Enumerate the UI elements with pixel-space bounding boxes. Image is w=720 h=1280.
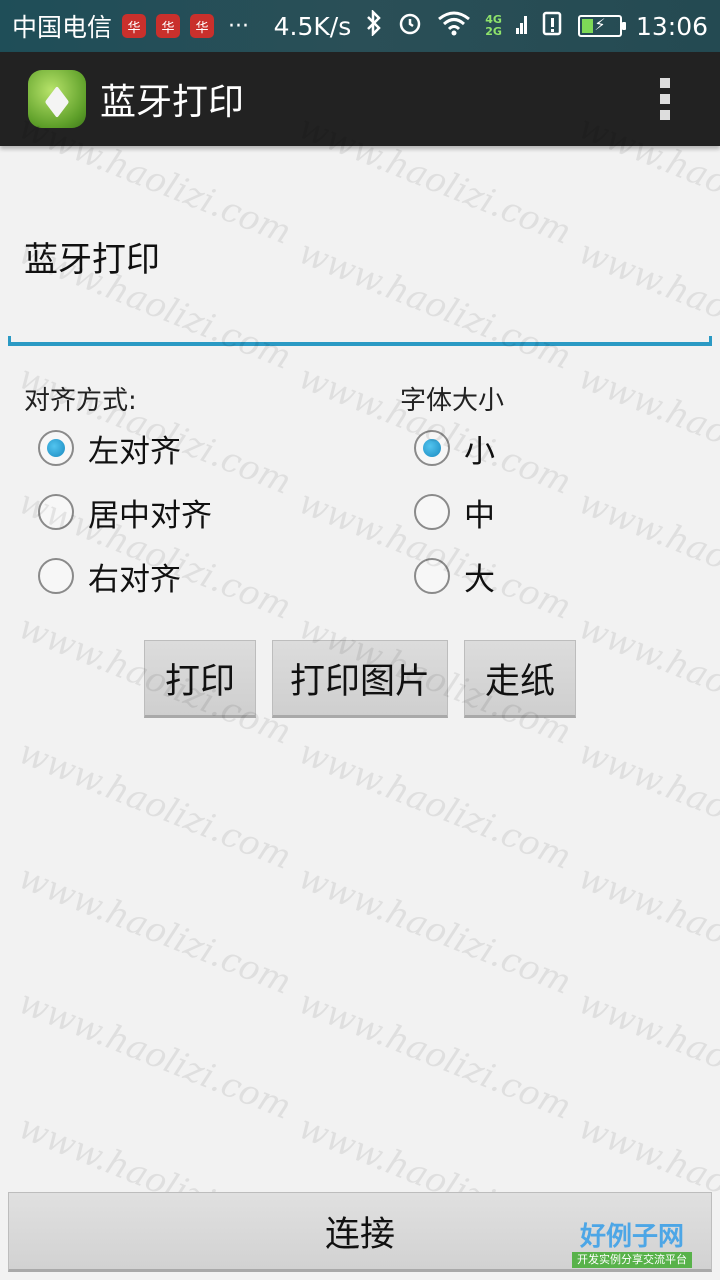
net-2g-label: 2G bbox=[485, 25, 502, 38]
bluetooth-icon bbox=[365, 8, 383, 42]
huawei-notification-icon: 华 bbox=[156, 14, 181, 38]
charging-icon: ⚡ bbox=[594, 15, 606, 34]
sim-warning-icon bbox=[542, 10, 564, 42]
radio-button[interactable] bbox=[414, 558, 450, 594]
battery-icon: ⚡ bbox=[577, 15, 626, 37]
site-logo: 好例子网 开发实例分享交流平台 bbox=[572, 1222, 692, 1272]
huawei-notification-icon: 华 bbox=[122, 14, 147, 38]
radio-button[interactable] bbox=[414, 494, 450, 530]
android-app-icon[interactable] bbox=[28, 70, 86, 128]
watermark-tile: www.haolizi.com bbox=[573, 857, 720, 1003]
signal-icon bbox=[515, 10, 528, 42]
radio-button[interactable] bbox=[38, 558, 74, 594]
network-speed: 4.5K/s bbox=[273, 11, 352, 41]
more-notifications-icon: ··· bbox=[228, 13, 249, 39]
print-text-value: 蓝牙打印 bbox=[24, 240, 160, 280]
radio-size-small[interactable]: 小 bbox=[414, 418, 495, 478]
network-type-badge: 4G 2G bbox=[485, 14, 502, 38]
radio-align-center[interactable]: 居中对齐 bbox=[38, 482, 212, 542]
print-button[interactable]: 打印 bbox=[144, 640, 256, 718]
radio-label: 小 bbox=[464, 433, 495, 470]
input-underline bbox=[8, 336, 712, 346]
watermark-tile: www.haolizi.com bbox=[573, 357, 720, 503]
radio-label: 右对齐 bbox=[88, 561, 181, 598]
watermark-tile: www.haolizi.com bbox=[293, 982, 577, 1128]
huawei-notification-icon: 华 bbox=[190, 14, 215, 38]
size-group-label: 字体大小 bbox=[400, 386, 505, 416]
align-group-label: 对齐方式: bbox=[24, 386, 137, 416]
radio-label: 大 bbox=[464, 561, 495, 598]
radio-label: 中 bbox=[464, 497, 495, 534]
watermark-tile: www.haolizi.com bbox=[13, 982, 297, 1128]
print-text-input[interactable]: 蓝牙打印 bbox=[8, 196, 712, 346]
radio-size-medium[interactable]: 中 bbox=[414, 482, 495, 542]
wifi-icon bbox=[437, 10, 471, 42]
watermark-tile: www.haolizi.com bbox=[573, 732, 720, 878]
watermark-tile: www.haolizi.com bbox=[573, 982, 720, 1128]
watermark-tile: www.haolizi.com bbox=[573, 482, 720, 628]
radio-button-checked[interactable] bbox=[414, 430, 450, 466]
paper-feed-button[interactable]: 走纸 bbox=[464, 640, 576, 718]
alarm-icon bbox=[397, 10, 423, 42]
radio-button[interactable] bbox=[38, 494, 74, 530]
overflow-menu-icon[interactable] bbox=[660, 78, 670, 120]
radio-label: 居中对齐 bbox=[88, 497, 212, 534]
app-title: 蓝牙打印 bbox=[100, 82, 245, 123]
action-bar: 蓝牙打印 bbox=[0, 52, 720, 146]
logo-text: 好例子网 bbox=[579, 1222, 684, 1252]
watermark-tile: www.haolizi.com bbox=[293, 857, 577, 1003]
radio-label: 左对齐 bbox=[88, 433, 181, 470]
radio-button-checked[interactable] bbox=[38, 430, 74, 466]
watermark-tile: www.haolizi.com bbox=[573, 607, 720, 753]
radio-align-left[interactable]: 左对齐 bbox=[38, 418, 181, 478]
clock: 13:06 bbox=[635, 11, 708, 41]
radio-size-large[interactable]: 大 bbox=[414, 546, 495, 606]
logo-subtext: 开发实例分享交流平台 bbox=[572, 1252, 692, 1268]
watermark-tile: www.haolizi.com bbox=[13, 857, 297, 1003]
watermark-tile: www.haolizi.com bbox=[13, 732, 297, 878]
print-image-button[interactable]: 打印图片 bbox=[272, 640, 448, 718]
carrier-label: 中国电信 bbox=[12, 13, 113, 42]
status-bar: 中国电信 华 华 华 ··· 4.5K/s 4G 2G ⚡ 13:06 bbox=[0, 0, 720, 52]
watermark-tile: www.haolizi.com bbox=[293, 732, 577, 878]
radio-align-right[interactable]: 右对齐 bbox=[38, 546, 181, 606]
